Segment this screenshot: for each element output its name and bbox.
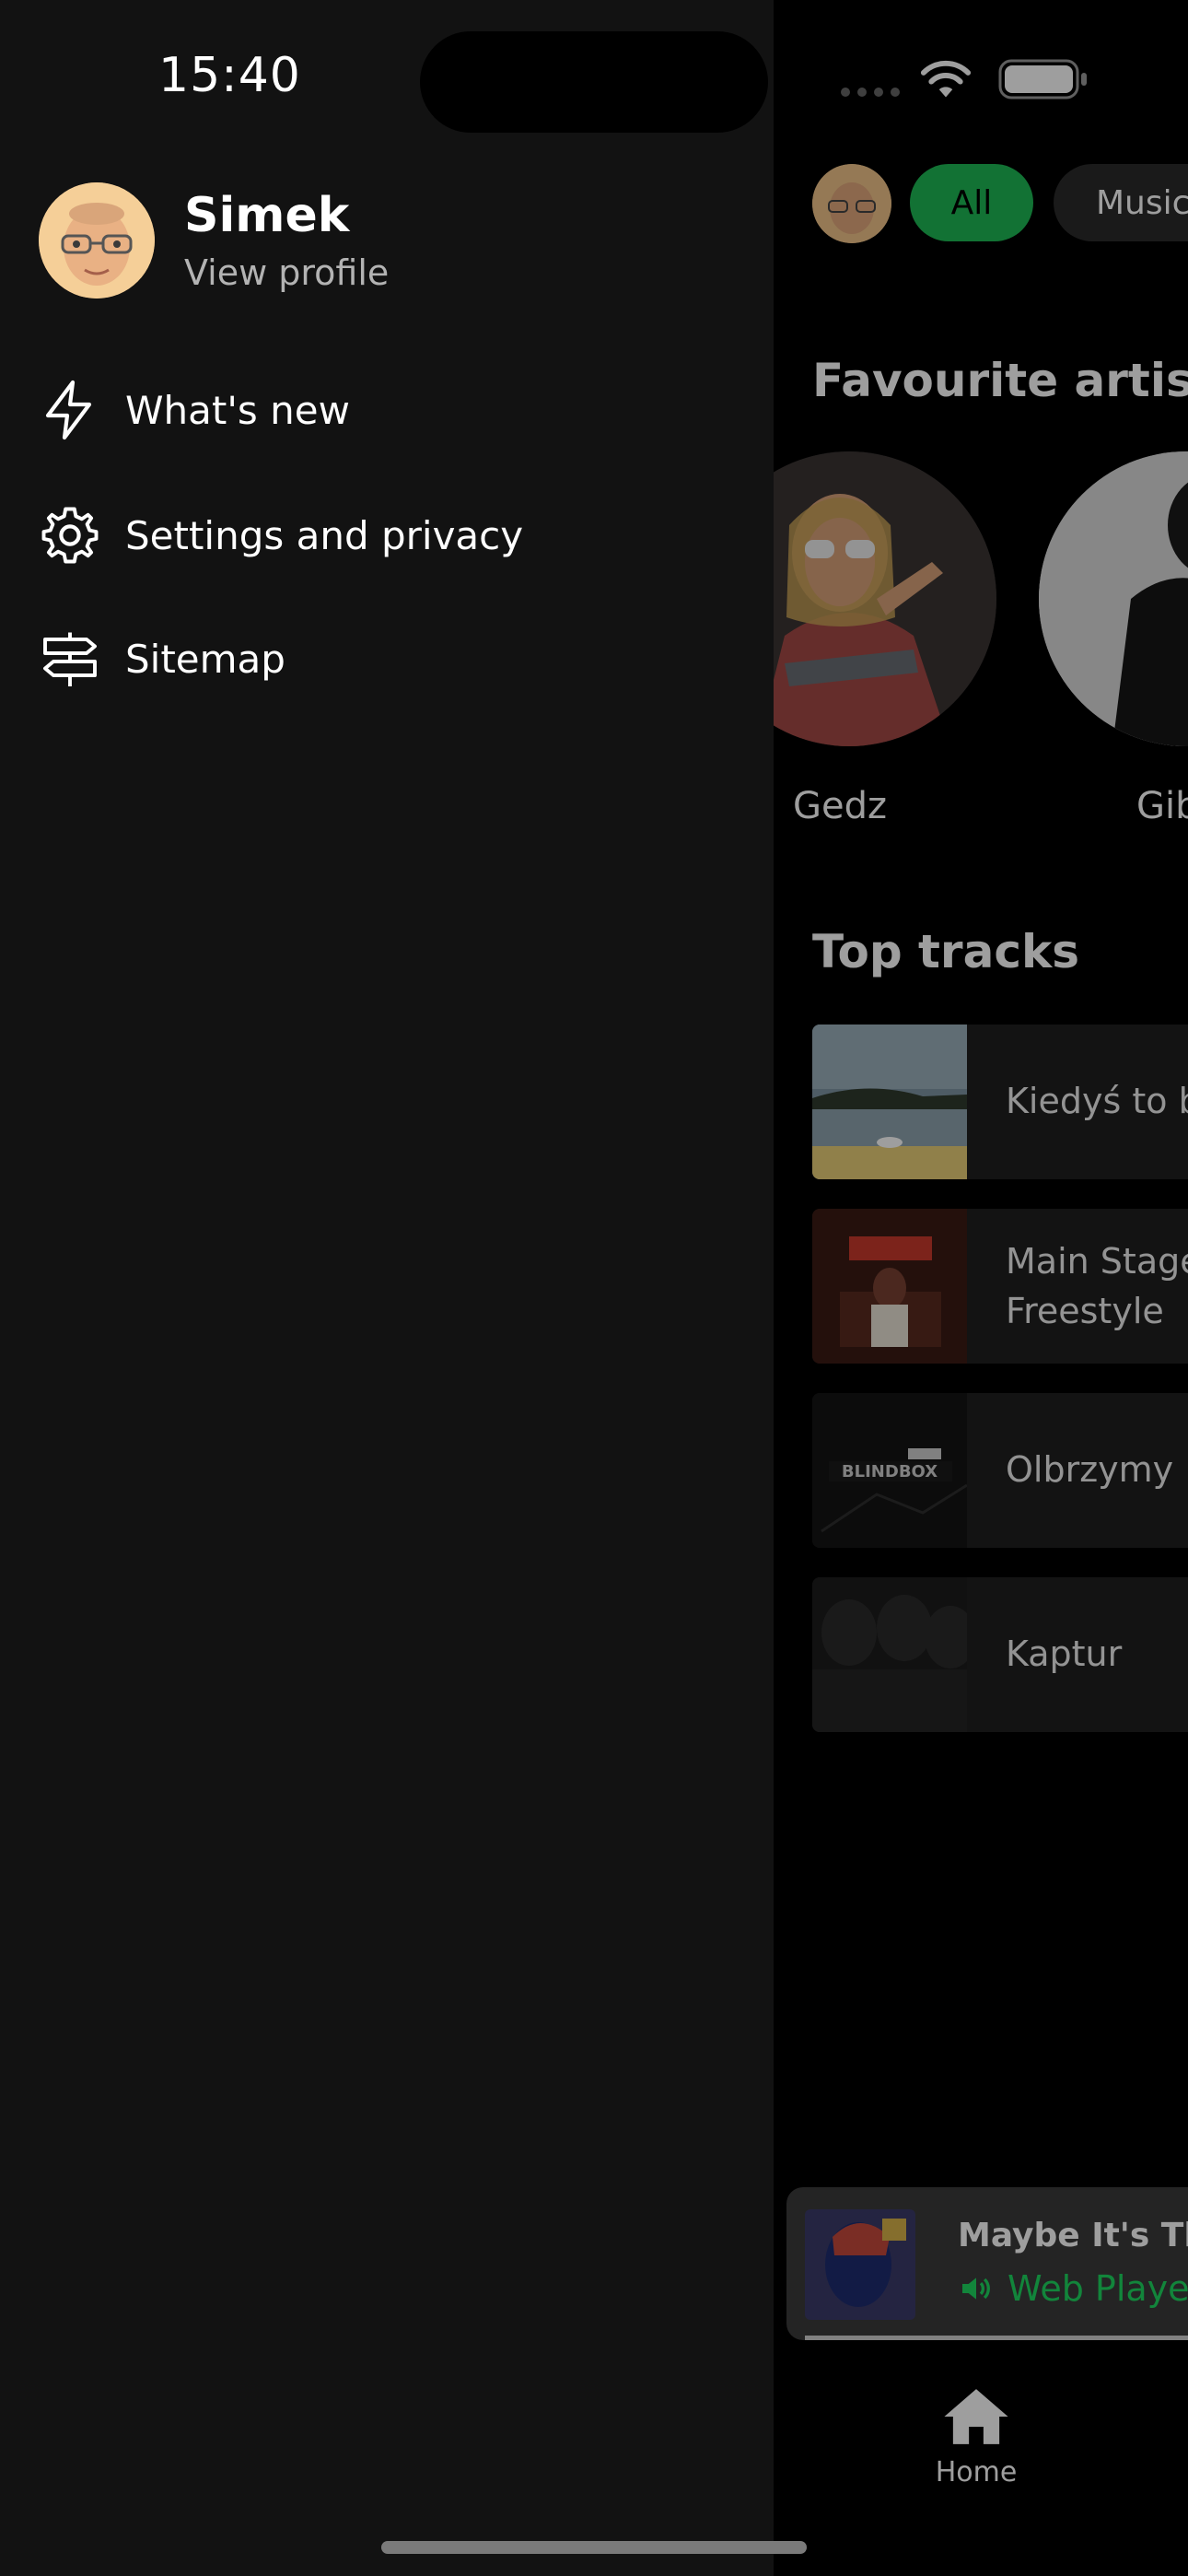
dynamic-island: [420, 31, 768, 133]
album-cover-icon: [812, 1025, 967, 1179]
tab-home[interactable]: Home: [930, 2386, 1022, 2488]
album-cover-icon: [805, 2209, 915, 2320]
battery-icon: [998, 59, 1087, 100]
track-row[interactable]: Main Stage Freestyle: [812, 1209, 1188, 1364]
track-title: Kaptur: [1006, 1633, 1123, 1674]
track-title: Olbrzymy: [1006, 1449, 1174, 1490]
menu-item-sitemap[interactable]: Sitemap: [37, 617, 737, 700]
chip-all[interactable]: All: [910, 164, 1033, 241]
artist-name[interactable]: Gibbs: [1136, 785, 1188, 827]
artist-name[interactable]: Gedz: [793, 785, 887, 827]
menu-item-whats-new[interactable]: What's new: [37, 369, 737, 451]
track-row[interactable]: BLINDBOX Olbrzymy: [812, 1393, 1188, 1548]
artist-image-gedz[interactable]: [774, 451, 996, 746]
album-cover-icon: [812, 1209, 967, 1364]
view-profile-link[interactable]: View profile: [184, 252, 389, 293]
home-screen: All Music Favourite artists Gedz Gibbs T…: [774, 0, 1188, 2576]
signpost-icon: [43, 632, 97, 686]
playback-progress: [805, 2336, 1188, 2340]
lightning-icon: [45, 380, 92, 440]
status-time: 15:40: [158, 48, 301, 103]
connected-device[interactable]: Web Player: [958, 2268, 1188, 2309]
menu-item-label: Sitemap: [125, 636, 285, 682]
chip-music[interactable]: Music: [1054, 164, 1188, 241]
menu-item-settings[interactable]: Settings and privacy: [37, 494, 737, 577]
artist-photo-icon: [1039, 451, 1188, 746]
svg-text:BLINDBOX: BLINDBOX: [842, 1462, 938, 1481]
artist-photo-icon: [774, 451, 996, 746]
memoji-avatar-icon: [39, 182, 155, 299]
section-title-artists: Favourite artists: [812, 354, 1188, 407]
device-label: Web Player: [1007, 2268, 1188, 2309]
chip-avatar[interactable]: [812, 164, 891, 243]
now-playing-title: Maybe It's The: [958, 2217, 1188, 2254]
mini-player[interactable]: Maybe It's The Web Player: [786, 2187, 1188, 2340]
side-drawer: 15:40 Simek View profile What's new Sett…: [0, 0, 774, 2576]
speaker-icon: [962, 2277, 990, 2300]
track-title: Kiedyś to było: [1006, 1081, 1188, 1121]
track-row[interactable]: Kiedyś to było: [812, 1025, 1188, 1179]
now-playing-cover: [805, 2209, 915, 2320]
track-row[interactable]: Kaptur: [812, 1577, 1188, 1732]
track-title: Main Stage Freestyle: [1006, 1241, 1188, 1331]
section-title-tracks: Top tracks: [812, 925, 1079, 978]
memoji-avatar-icon: [812, 164, 891, 243]
menu-item-label: What's new: [125, 387, 350, 433]
profile-avatar[interactable]: [39, 182, 155, 299]
menu-item-label: Settings and privacy: [125, 512, 524, 558]
gear-icon: [41, 507, 99, 564]
home-indicator: [381, 2541, 807, 2554]
tab-home-label: Home: [935, 2456, 1018, 2488]
wifi-icon: [920, 60, 972, 98]
profile-name[interactable]: Simek: [184, 188, 349, 243]
album-cover-icon: BLINDBOX: [812, 1393, 967, 1548]
album-cover-icon: [812, 1577, 967, 1732]
artist-image-gibbs[interactable]: [1039, 451, 1188, 746]
signal-icon: [841, 88, 900, 97]
home-icon: [944, 2389, 1008, 2444]
